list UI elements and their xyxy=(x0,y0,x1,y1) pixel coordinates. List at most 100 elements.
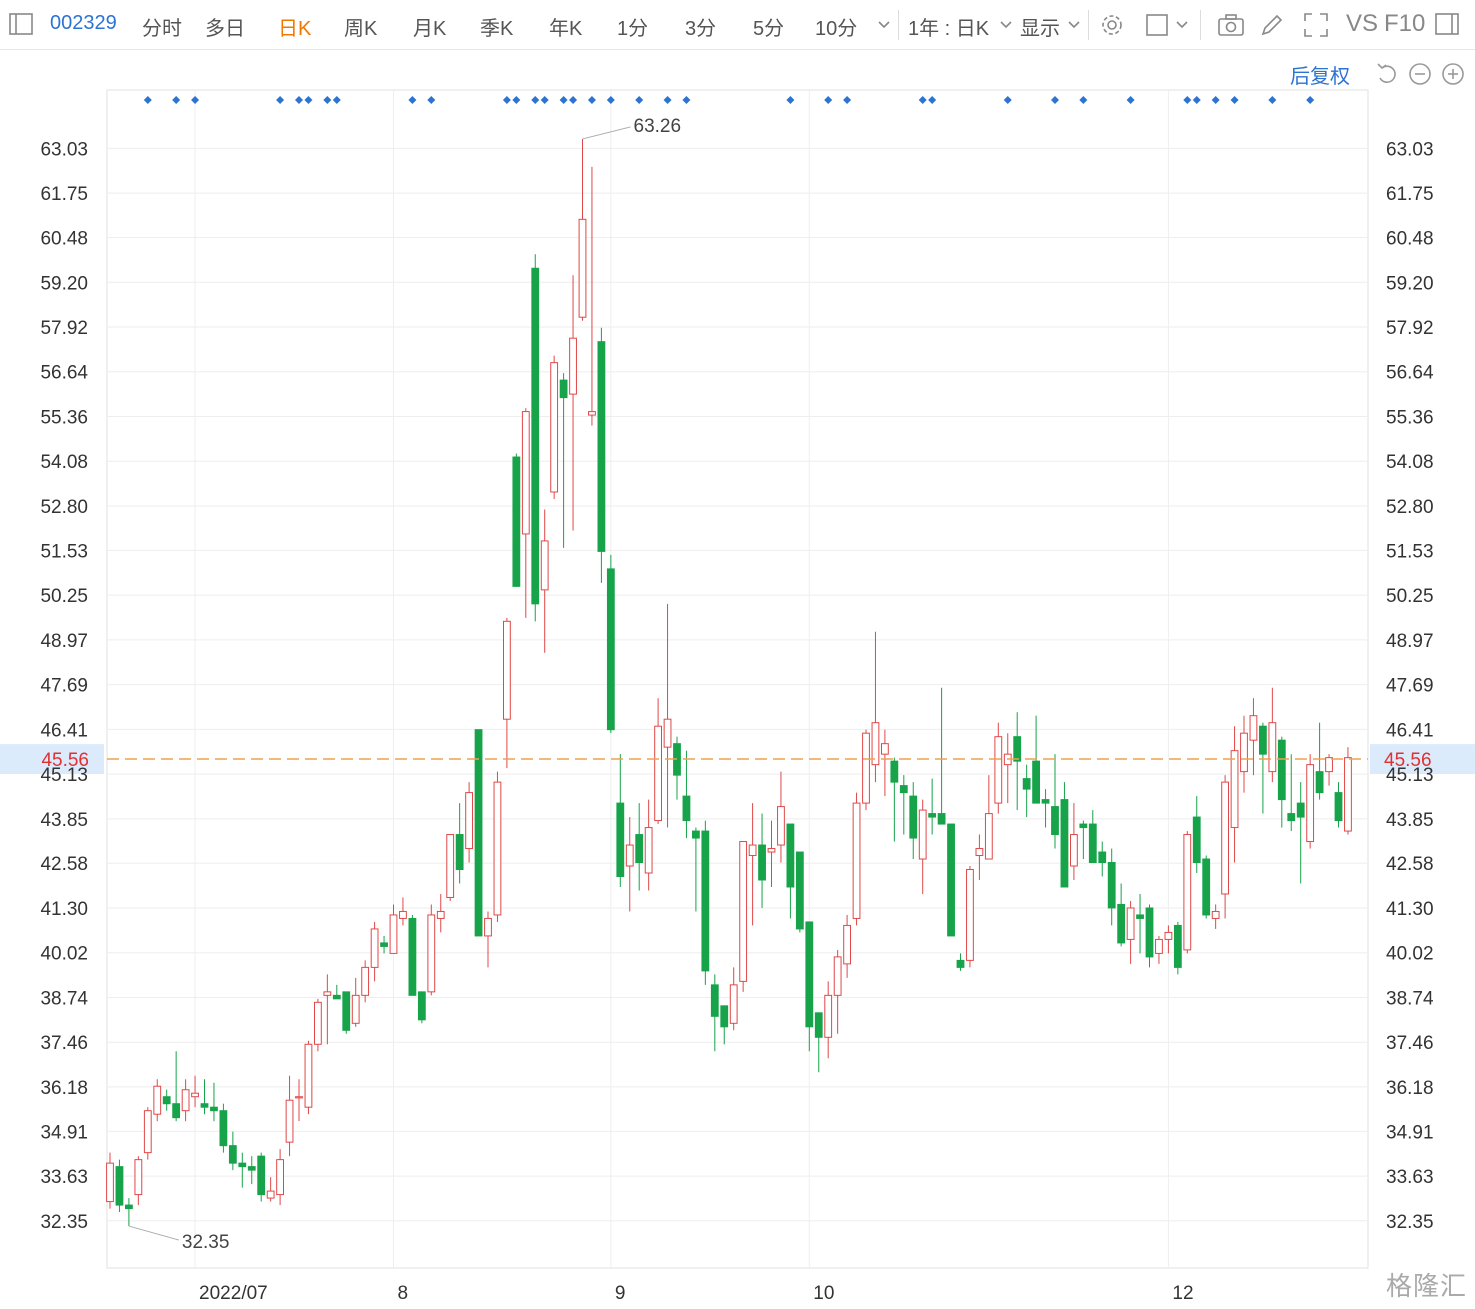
pencil-icon[interactable] xyxy=(1258,11,1288,39)
candle-body xyxy=(758,844,766,881)
candle-up xyxy=(304,1040,313,1115)
signal-marker xyxy=(427,96,436,104)
candle-up xyxy=(1221,775,1229,919)
candle-down xyxy=(692,827,700,912)
candle-body xyxy=(1192,816,1201,864)
candle-up xyxy=(833,949,842,1034)
candle-down xyxy=(1060,782,1069,888)
candle-body xyxy=(1287,813,1296,822)
candle-body xyxy=(597,341,606,552)
tab-weekly-k[interactable]: 周K xyxy=(344,12,377,41)
signal-marker xyxy=(332,96,341,104)
chevron-down-icon[interactable] xyxy=(996,11,1016,39)
y-tick-label-left: 38.74 xyxy=(40,988,88,1009)
vs-button[interactable]: VS xyxy=(1346,10,1378,38)
candle-body xyxy=(833,956,842,996)
candle-down xyxy=(408,914,417,996)
y-tick-label-left: 51.53 xyxy=(40,541,88,562)
sidebar-toggle-icon[interactable] xyxy=(8,11,38,39)
candle-up xyxy=(181,1079,190,1122)
candle-body xyxy=(692,830,700,839)
candle-body xyxy=(1079,823,1088,829)
candle-body xyxy=(380,942,388,947)
candle-body xyxy=(1344,757,1352,832)
y-tick-label-left: 46.41 xyxy=(40,720,88,741)
fullscreen-icon[interactable] xyxy=(1302,11,1332,39)
y-tick-label-right: 51.53 xyxy=(1386,541,1434,562)
axes: 63.03 63.03 61.75 61.75 60.48 60.48 59.20 59.20… xyxy=(40,139,1434,1304)
tab-monthly-k[interactable]: 月K xyxy=(413,12,446,41)
tab-1-minute[interactable]: 1分 xyxy=(617,12,648,41)
candle-up xyxy=(1268,687,1277,783)
candle-body xyxy=(786,823,795,888)
candle-body xyxy=(1249,715,1258,741)
candle-down xyxy=(720,1005,729,1045)
range-select[interactable]: 1年 : 日K xyxy=(908,12,989,41)
candle-up xyxy=(285,1075,294,1157)
gear-icon[interactable] xyxy=(1098,11,1128,39)
y-tick-label-right: 54.08 xyxy=(1386,452,1434,473)
candle-up xyxy=(399,897,407,926)
candle-body xyxy=(843,924,852,965)
candle-up xyxy=(521,408,530,618)
tab-minute[interactable]: 分时 xyxy=(142,12,182,41)
display-select[interactable]: 显示 xyxy=(1020,12,1060,41)
candle-body xyxy=(143,1110,152,1154)
f10-button[interactable]: F10 xyxy=(1384,10,1425,38)
stock-code[interactable]: 002329 xyxy=(50,12,117,35)
chevron-down-icon[interactable] xyxy=(874,11,894,39)
candle-up xyxy=(1164,925,1173,954)
candle-down xyxy=(1145,904,1154,968)
candle-up xyxy=(1070,803,1078,880)
tab-yearly-k[interactable]: 年K xyxy=(549,12,582,41)
y-tick-label-right: 63.03 xyxy=(1386,139,1434,160)
candle-down xyxy=(1013,712,1022,811)
chevron-down-icon[interactable] xyxy=(1064,11,1084,39)
y-tick-label-left: 59.20 xyxy=(40,273,88,294)
tab-10-minute[interactable]: 10分 xyxy=(815,12,857,41)
candle-body xyxy=(115,1166,124,1206)
candle-body xyxy=(493,781,502,916)
tab-3-minute[interactable]: 3分 xyxy=(685,12,716,41)
candle-body xyxy=(304,1043,313,1108)
square-select-icon[interactable] xyxy=(1144,11,1174,39)
candle-body xyxy=(663,718,672,748)
candle-body xyxy=(1173,924,1182,968)
tab-quarterly-k[interactable]: 季K xyxy=(480,12,513,41)
y-tick-label-left: 42.58 xyxy=(40,854,88,875)
signal-marker xyxy=(531,96,540,104)
candle-up xyxy=(975,834,984,880)
candle-down xyxy=(956,953,965,971)
y-tick-label-left: 50.25 xyxy=(40,586,88,607)
candle-body xyxy=(616,802,625,877)
tab-5-minute[interactable]: 5分 xyxy=(753,12,784,41)
candle-down xyxy=(1315,722,1324,800)
signal-marker xyxy=(587,96,596,104)
candle-body xyxy=(748,844,757,857)
candle-body xyxy=(588,411,596,416)
candle-down xyxy=(1098,841,1107,877)
candle-down xyxy=(1041,789,1050,828)
y-tick-label-left: 56.64 xyxy=(40,363,88,384)
candle-body xyxy=(210,1106,218,1112)
candle-body xyxy=(1136,914,1144,919)
tab-multi-day[interactable]: 多日 xyxy=(205,12,245,41)
candle-body xyxy=(862,732,870,804)
candle-down xyxy=(172,1051,181,1122)
tab-daily-k[interactable]: 日K xyxy=(278,12,311,41)
chevron-down-icon[interactable] xyxy=(1172,11,1192,39)
candle-up xyxy=(361,960,370,1003)
side-panel-icon[interactable] xyxy=(1434,11,1464,39)
candle-body xyxy=(465,792,474,850)
signal-marker xyxy=(1211,96,1220,104)
candle-body xyxy=(1126,907,1135,940)
candle-body xyxy=(918,809,927,860)
candle-up xyxy=(389,904,398,954)
y-tick-label-right: 41.30 xyxy=(1386,899,1434,920)
camera-icon[interactable] xyxy=(1216,11,1246,39)
candle-up xyxy=(1249,698,1258,776)
candle-up xyxy=(739,841,748,992)
candlestick-chart[interactable]: 45.56 45.56 63.03 63.0361.75 61.7560.48 60.4… xyxy=(0,50,1475,1309)
candle-up xyxy=(1344,747,1352,835)
candle-up xyxy=(1183,831,1192,954)
